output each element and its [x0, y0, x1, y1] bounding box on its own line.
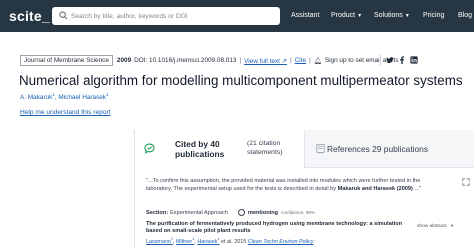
chevron-down-icon: ▾	[405, 13, 409, 19]
divider	[380, 54, 381, 65]
search-input[interactable]	[71, 9, 271, 23]
publication-year: 2009	[116, 57, 132, 64]
paper-meta-row: Journal of Membrane Science 2009 DOI: 10…	[20, 55, 398, 66]
author-name: Miltner	[176, 238, 193, 245]
citing-paper-authors: Lassmann1, Miltner1, Harasek1 et al. 201…	[146, 237, 314, 245]
citation-type: mentioning	[247, 209, 279, 216]
book-icon	[316, 143, 325, 154]
nav-solutions[interactable]: Solutions ▾	[374, 12, 409, 19]
search-box[interactable]	[52, 7, 280, 25]
show-abstract-toggle[interactable]: show abstract ▾	[417, 223, 453, 229]
section-row: Section: Experimental Approach mentionin…	[146, 209, 315, 216]
linkedin-icon[interactable]	[410, 55, 418, 64]
doi-text: DOI: 10.1016/j.memsci.2009.08.013	[134, 57, 237, 64]
author-affiliation: 1	[106, 92, 109, 97]
tab-cited-by[interactable]: Cited by 40 publications (21 citation st…	[134, 130, 305, 168]
view-full-text-link[interactable]: View full text ↗	[244, 57, 287, 65]
nav-solutions-label: Solutions	[374, 12, 403, 19]
author-link[interactable]: Michael Harasek1	[58, 92, 109, 102]
author-name: Harasek	[197, 238, 218, 245]
author-link[interactable]: Lassmann1	[146, 237, 173, 245]
top-navigation-bar: scite_ Assistant Product▾ Solutions▾ Pri…	[0, 0, 474, 32]
author-name: Michael Harasek	[58, 94, 106, 102]
author-link[interactable]: Harasek1	[197, 237, 220, 245]
section-value: Experimental Approach	[170, 209, 228, 216]
citation-snippet: "...To confirm this assumption, the prov…	[146, 178, 426, 193]
expand-icon[interactable]	[462, 178, 470, 186]
twitter-icon[interactable]	[386, 56, 394, 64]
nav-pricing-label: Pricing	[423, 12, 445, 19]
nav-pricing[interactable]: Pricing	[423, 12, 444, 19]
author-name: A. Makaruk	[20, 94, 53, 102]
citation-card: "...To confirm this assumption, the prov…	[134, 168, 474, 248]
nav-blog[interactable]: Blog	[458, 12, 472, 19]
facebook-icon[interactable]	[398, 55, 406, 64]
chevron-down-icon: ▾	[358, 13, 362, 19]
author-name: Lassmann	[146, 238, 171, 245]
et-al-year: et al. 2015	[221, 238, 247, 245]
separator: |	[309, 57, 311, 64]
citing-paper-title[interactable]: The purification of fermentatively produ…	[146, 221, 406, 235]
author-link[interactable]: Miltner1	[176, 237, 195, 245]
author-affiliation: 1	[217, 237, 220, 241]
nav-product[interactable]: Product ▾	[331, 12, 361, 19]
author-affiliation: 1	[192, 237, 195, 241]
speech-bubble-icon	[144, 143, 155, 154]
bell-icon: 🔔︎	[313, 57, 322, 65]
separator: |	[239, 57, 242, 64]
cited-by-count: Cited by 40 publications	[175, 139, 225, 159]
section-label: Section:	[146, 209, 169, 216]
show-abstract-label: show abstract	[417, 224, 447, 229]
confidence-score: confidence: 99%	[281, 210, 316, 215]
search-icon	[59, 11, 68, 20]
nav-product-label: Product	[331, 12, 356, 19]
citation-statements-count: (21 citation statements)	[247, 140, 283, 156]
author-list: A. Makaruk1, Michael Harasek1	[20, 92, 109, 101]
help-understand-link[interactable]: Help me understand this report	[20, 109, 111, 116]
references-count: References 29 publications	[327, 144, 429, 154]
tab-references[interactable]: References 29 publications	[305, 130, 474, 168]
citing-journal-link[interactable]: Clean Techn Environ Policy	[248, 239, 314, 245]
citation-type-badge: mentioning confidence: 99%	[237, 209, 316, 216]
scite-logo[interactable]: scite_	[9, 8, 50, 24]
nav-blog-label: Blog	[458, 12, 473, 19]
snippet-highlight: Makaruk and Harasek (2009)	[337, 185, 413, 192]
share-icons	[380, 54, 422, 65]
nav-assistant[interactable]: Assistant	[291, 12, 319, 19]
snippet-end: ..."	[412, 185, 422, 192]
paper-title: Numerical algorithm for modelling multic…	[19, 73, 463, 88]
view-full-text-label: View full text	[244, 57, 280, 65]
journal-badge[interactable]: Journal of Membrane Science	[20, 55, 113, 66]
author-affiliation: 1	[170, 237, 173, 241]
cite-link[interactable]: Cite	[295, 57, 306, 64]
separator: |	[290, 57, 292, 64]
chevron-down-icon: ▾	[450, 223, 454, 228]
author-link[interactable]: A. Makaruk1	[20, 92, 55, 102]
nav-assistant-label: Assistant	[291, 12, 320, 19]
mentioning-icon	[237, 209, 245, 216]
